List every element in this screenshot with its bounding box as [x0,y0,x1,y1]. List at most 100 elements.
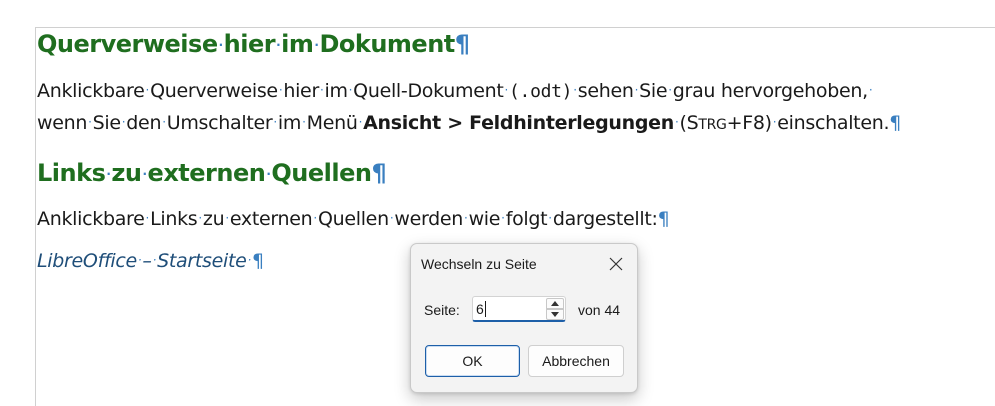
heading-word: Querverweise [37,30,218,58]
heading-word: Links [37,159,106,187]
spin-down-button[interactable] [546,309,564,320]
space-marker: · [319,83,324,97]
spin-up-button[interactable] [546,298,564,309]
text-run: dargestellt: [552,208,658,230]
heading-word: Dokument [319,30,455,58]
link-text: Startseite [157,250,247,272]
text-run: Anklickbare [37,80,145,102]
cancel-button[interactable]: Abbrechen [528,345,624,377]
space-marker: · [668,83,672,97]
heading-querverweise[interactable]: Querverweise·hier·im·Dokument¶ [37,30,470,58]
page-count-label: von 44 [578,302,621,318]
space-marker: · [137,253,142,267]
space-marker: · [868,83,873,97]
menu-path-bold: Ansicht > Feldhinterlegungen [363,112,674,134]
text-run: Sie [92,112,121,134]
chevron-up-icon [551,301,559,306]
text-run: werden [394,208,464,230]
pilcrow-mark: ¶ [454,30,470,58]
space-marker: · [273,115,277,129]
text-run: einschalten. [777,112,890,134]
page-number-spinbox[interactable]: 6 [472,296,566,322]
link-text: LibreOffice [37,250,137,272]
code-run: (.odt) [509,81,573,102]
text-run: externen [229,208,313,230]
pilcrow-mark: ¶ [657,208,670,230]
ok-button[interactable]: OK [425,345,520,377]
pilcrow-mark: ¶ [371,159,387,187]
space-marker: · [674,115,679,129]
space-marker: · [225,211,229,225]
space-marker: · [276,38,281,52]
space-marker: · [88,115,92,129]
space-marker: · [198,211,202,225]
close-icon[interactable] [604,252,628,276]
text-run: +F8) [726,112,772,134]
link-text: – [142,250,152,272]
space-marker: · [106,167,111,181]
text-run: Links [150,208,198,230]
space-marker: · [266,167,271,181]
pilcrow-mark: ¶ [252,250,264,272]
paragraph-links[interactable]: Anklickbare·Links·zu·externen·Quellen·we… [37,203,670,234]
text-run: wenn [37,112,88,134]
spin-buttons [546,298,564,320]
text-run: Querverweise [150,80,278,102]
text-run: im [324,80,348,102]
space-marker: · [218,38,224,52]
text-run: den [126,112,162,134]
space-marker: · [634,83,639,97]
paragraph-querverweise[interactable]: Anklickbare·Querverweise·hier·im·Quell-D… [37,75,901,140]
small-caps-run: TRG [698,117,727,133]
heading-word: externen [147,159,266,187]
paragraph-line: wenn·Sie·den·Umschalter·im·Menü·Ansicht … [37,107,901,140]
text-run: hier [283,80,319,102]
space-marker: · [162,115,166,129]
text-run: wie [468,208,501,230]
pilcrow-mark: ¶ [889,112,902,134]
text-run: zu [202,208,225,230]
space-marker: · [573,83,577,97]
text-run: Sie [639,80,668,102]
space-marker: · [142,167,147,181]
space-marker: · [152,253,157,267]
space-marker: · [302,115,306,129]
paragraph-line: Anklickbare·Querverweise·hier·im·Quell-D… [37,75,901,107]
text-run: Quell-Dokument [353,80,504,102]
page-border-left [35,27,36,406]
document-canvas: Querverweise·hier·im·Dokument¶ Anklickba… [0,0,995,406]
space-marker: · [314,38,319,52]
space-marker: · [358,115,363,129]
dialog-title: Wechseln zu Seite [421,256,537,272]
heading-word: im [281,30,314,58]
text-run: sehen [577,80,634,102]
goto-page-dialog: Wechseln zu Seite Seite: 6 von 44 OK Abb… [410,243,638,393]
text-run: Anklickbare [37,208,145,230]
hyperlink-libreoffice[interactable]: LibreOffice·–·Startseite·¶ [37,245,264,276]
space-marker: · [247,253,252,267]
chevron-down-icon [551,312,559,317]
text-run: grau hervorgehoben, [672,80,868,102]
text-cursor [485,301,486,317]
page-number-input[interactable]: 6 [476,301,484,317]
space-marker: · [313,211,317,225]
space-marker: · [464,211,468,225]
close-icon-glyph [609,257,623,271]
space-marker: · [145,83,150,97]
text-run: Umschalter [166,112,273,134]
space-marker: · [145,211,150,225]
space-marker: · [278,83,283,97]
space-marker: · [548,211,552,225]
heading-word: hier [223,30,276,58]
space-marker: · [121,115,126,129]
heading-links[interactable]: Links·zu·externen·Quellen¶ [37,159,387,187]
heading-word: Quellen [271,159,372,187]
text-run: folgt [505,208,548,230]
space-marker: · [504,83,508,97]
space-marker: · [348,83,353,97]
text-run: (S [679,112,699,134]
space-marker: · [501,211,505,225]
heading-word: zu [111,159,142,187]
space-marker: · [772,115,777,129]
space-marker: · [389,211,394,225]
